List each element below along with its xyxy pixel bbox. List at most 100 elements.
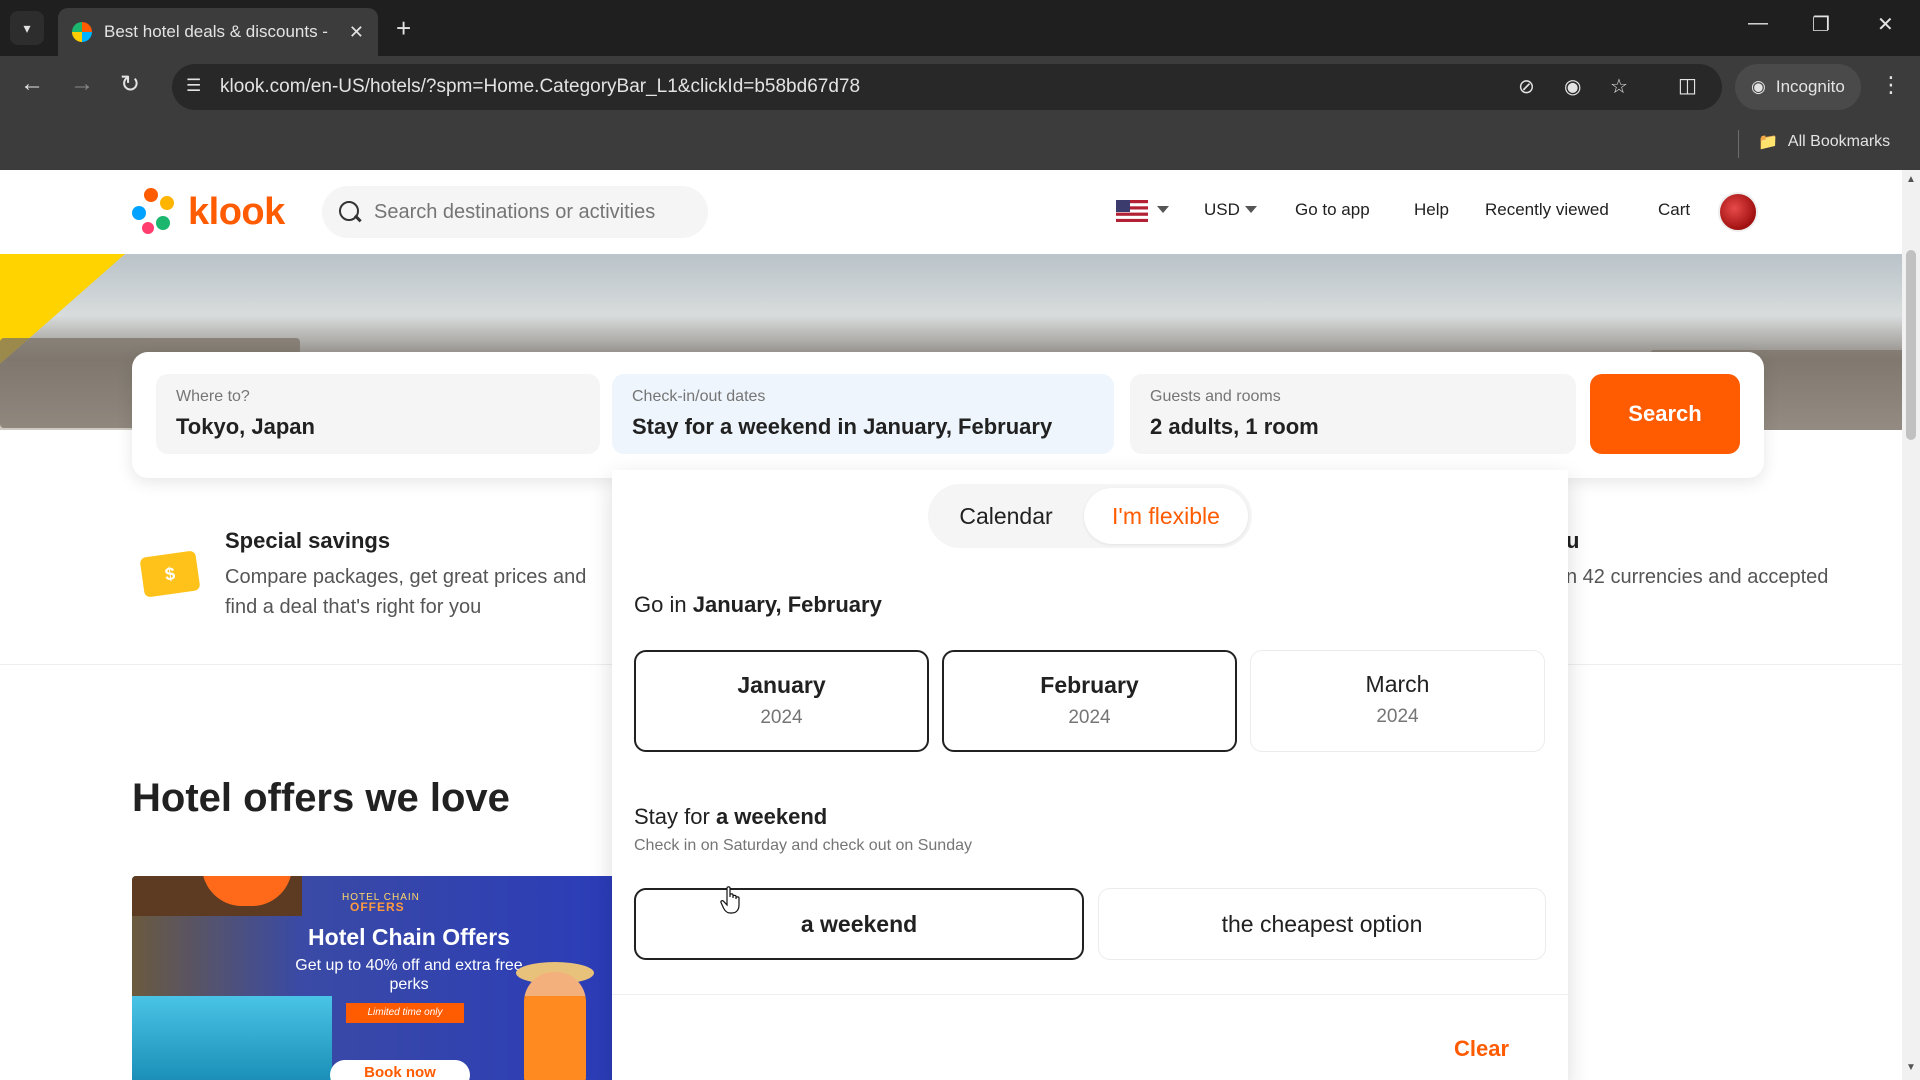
- hotel-search-panel: Where to? Tokyo, Japan Check-in/out date…: [132, 352, 1764, 478]
- go-in-prefix: Go in: [634, 592, 687, 617]
- stay-option-cheapest[interactable]: the cheapest option: [1098, 888, 1546, 960]
- eye-slash-icon[interactable]: ⊘: [1518, 74, 1535, 99]
- destination-label: Where to?: [176, 388, 250, 405]
- month-option-february[interactable]: February 2024: [942, 650, 1237, 752]
- url-text[interactable]: klook.com/en-US/hotels/?spm=Home.Categor…: [220, 76, 860, 98]
- bookmark-star-icon[interactable]: ☆: [1610, 74, 1628, 99]
- incognito-icon: ◉: [1751, 77, 1766, 96]
- promo-pool-image: [132, 996, 332, 1080]
- incognito-label: Incognito: [1775, 77, 1845, 96]
- feature-title-right: u: [1566, 528, 1580, 553]
- month-year: 2024: [1068, 707, 1111, 728]
- hotel-offers-heading: Hotel offers we love: [132, 776, 510, 820]
- hotel-chain-offers-banner[interactable]: HOTEL CHAIN OFFERS Hotel Chain Offers Ge…: [132, 876, 612, 1080]
- new-tab-plus-icon[interactable]: +: [396, 12, 411, 44]
- avatar[interactable]: [1718, 192, 1758, 232]
- more-menu-icon[interactable]: ⋮: [1880, 72, 1902, 98]
- dropdown-divider: [612, 994, 1568, 995]
- dates-value: Stay for a weekend in January, February: [632, 414, 1053, 439]
- stay-option-weekend[interactable]: a weekend: [634, 888, 1084, 960]
- address-bar[interactable]: ☰ klook.com/en-US/hotels/?spm=Home.Categ…: [172, 64, 1722, 110]
- savings-ticket-icon: $: [139, 550, 201, 598]
- help-link[interactable]: Help: [1414, 200, 1449, 220]
- date-mode-toggle: Calendar I'm flexible: [928, 484, 1252, 548]
- tab-calendar[interactable]: Calendar: [932, 488, 1080, 544]
- klook-logo-icon: [132, 188, 180, 236]
- promo-title: Hotel Chain Offers: [308, 924, 510, 950]
- us-flag-icon[interactable]: [1116, 200, 1148, 222]
- currency-selector[interactable]: USD: [1204, 200, 1240, 220]
- go-in-value: January, February: [692, 592, 882, 617]
- side-panel-icon[interactable]: ◫: [1678, 73, 1697, 98]
- stay-for-value: a weekend: [715, 804, 828, 829]
- go-to-app-link[interactable]: Go to app: [1295, 200, 1370, 220]
- folder-icon: 📁: [1758, 134, 1778, 151]
- forward-arrow-icon[interactable]: →: [70, 70, 94, 98]
- header-search[interactable]: [322, 186, 708, 238]
- scroll-up-icon[interactable]: ▲: [1906, 174, 1916, 185]
- month-option-january[interactable]: January 2024: [634, 650, 929, 752]
- tab-search-button[interactable]: ▾: [10, 11, 44, 45]
- feature-desc-savings: Compare packages, get great prices and f…: [225, 566, 587, 618]
- feature-desc-right: n 42 currencies and accepted: [1566, 566, 1829, 588]
- bookmarks-bar: 📁 All Bookmarks: [0, 118, 1920, 170]
- tracking-protection-icon[interactable]: ◉: [1564, 74, 1581, 99]
- destination-field[interactable]: Where to? Tokyo, Japan: [156, 374, 600, 454]
- dates-field[interactable]: Check-in/out dates Stay for a weekend in…: [612, 374, 1114, 454]
- dates-label: Check-in/out dates: [632, 388, 766, 405]
- minimize-icon[interactable]: —: [1748, 12, 1768, 35]
- recently-viewed-link[interactable]: Recently viewed: [1485, 200, 1609, 220]
- promo-person-image: [524, 972, 586, 1080]
- restore-icon[interactable]: ❐: [1812, 12, 1830, 37]
- month-name: March: [1365, 671, 1430, 697]
- logo-wordmark: klook: [188, 190, 285, 233]
- back-arrow-icon[interactable]: ←: [20, 70, 44, 98]
- savings-ticket-symbol: $: [163, 562, 177, 585]
- site-info-icon[interactable]: ☰: [186, 76, 201, 96]
- promo-limited-tag: Limited time only: [346, 1003, 464, 1023]
- site-header: klook USD Go to app Help Recently viewed…: [0, 170, 1902, 254]
- close-tab-icon[interactable]: ✕: [349, 22, 364, 43]
- bookmarks-separator: [1738, 130, 1739, 158]
- month-year: 2024: [1376, 706, 1419, 727]
- language-chevron-down-icon[interactable]: [1157, 206, 1169, 213]
- incognito-indicator[interactable]: ◉ Incognito: [1735, 64, 1861, 110]
- go-in-heading: Go in January, February: [634, 592, 882, 618]
- date-picker-dropdown: Calendar I'm flexible Go in January, Feb…: [612, 470, 1568, 1080]
- all-bookmarks-button[interactable]: 📁 All Bookmarks: [1758, 132, 1890, 152]
- clear-button[interactable]: Clear: [1454, 1036, 1509, 1062]
- guests-label: Guests and rooms: [1150, 388, 1281, 405]
- cart-link[interactable]: Cart: [1658, 200, 1690, 220]
- guests-field[interactable]: Guests and rooms 2 adults, 1 room: [1130, 374, 1576, 454]
- feature-title-savings: Special savings: [225, 528, 391, 553]
- scrollbar-thumb[interactable]: [1906, 250, 1916, 440]
- month-option-march[interactable]: March 2024: [1250, 650, 1545, 752]
- all-bookmarks-label: All Bookmarks: [1787, 133, 1891, 150]
- stay-for-subtitle: Check in on Saturday and check out on Su…: [634, 837, 972, 854]
- hand-cursor-icon: [720, 886, 740, 914]
- search-icon: [338, 200, 362, 224]
- destination-value: Tokyo, Japan: [176, 414, 315, 439]
- search-button[interactable]: Search: [1590, 374, 1740, 454]
- klook-logo[interactable]: klook: [132, 188, 285, 236]
- search-input[interactable]: [374, 200, 692, 224]
- klook-favicon-icon: [72, 22, 92, 42]
- month-year: 2024: [760, 707, 803, 728]
- browser-tab[interactable]: Best hotel deals & discounts - ✕: [58, 8, 378, 56]
- promo-desc: Get up to 40% off and extra free perks: [295, 957, 523, 993]
- page-content: klook USD Go to app Help Recently viewed…: [0, 170, 1902, 1080]
- browser-tabstrip: ▾ Best hotel deals & discounts - ✕ + — ❐…: [0, 0, 1920, 56]
- reload-icon[interactable]: ↻: [120, 70, 140, 99]
- chevron-down-icon: ▾: [23, 19, 31, 36]
- book-now-button[interactable]: Book now: [330, 1060, 470, 1080]
- close-window-icon[interactable]: ✕: [1877, 12, 1894, 37]
- stay-for-heading: Stay for a weekend: [634, 804, 827, 830]
- browser-toolbar: ← → ↻ ☰ klook.com/en-US/hotels/?spm=Home…: [0, 56, 1920, 118]
- tab-im-flexible[interactable]: I'm flexible: [1084, 488, 1248, 544]
- stay-for-prefix: Stay for: [634, 804, 710, 829]
- currency-chevron-down-icon[interactable]: [1245, 206, 1257, 213]
- month-name: February: [1040, 672, 1139, 698]
- tab-title: Best hotel deals & discounts -: [104, 22, 328, 41]
- scroll-down-icon[interactable]: ▼: [1906, 1062, 1916, 1073]
- page-scrollbar[interactable]: ▲ ▼: [1902, 170, 1920, 1080]
